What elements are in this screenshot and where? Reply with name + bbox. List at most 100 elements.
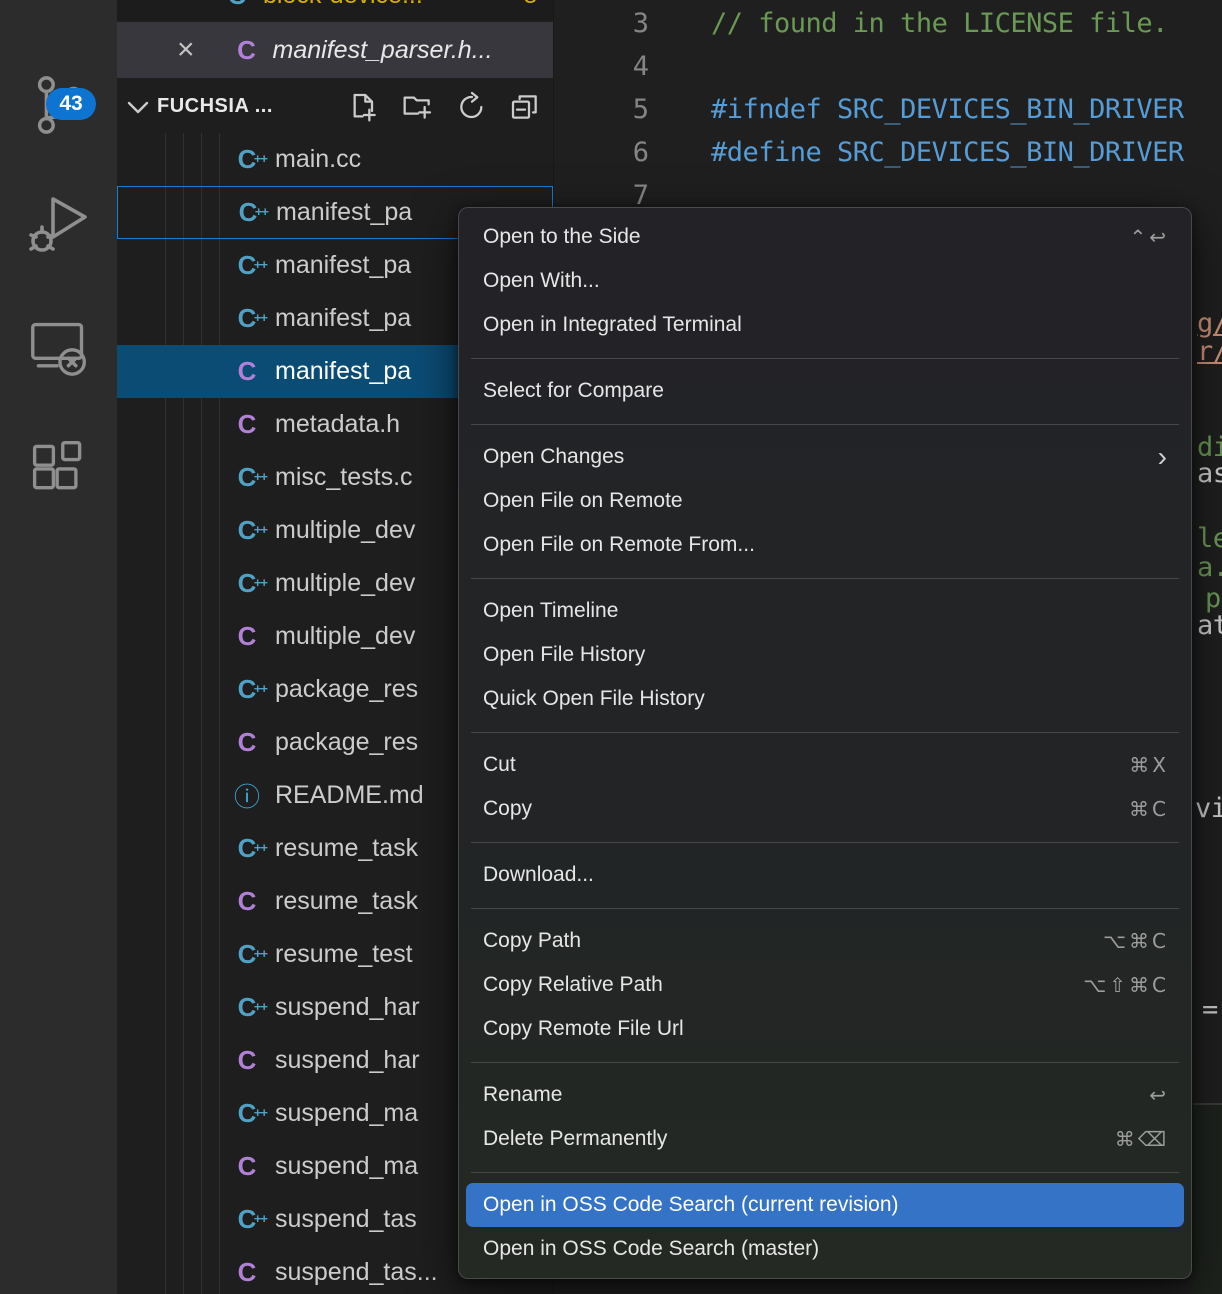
menu-item-open-in-oss-code-search-master[interactable]: Open in OSS Code Search (master)	[459, 1227, 1191, 1271]
file-name-label: suspend_tas	[275, 1205, 417, 1234]
menu-item-copy-remote-file-url[interactable]: Copy Remote File Url	[459, 1007, 1191, 1051]
menu-item-label: Delete Permanently	[483, 1127, 1115, 1151]
cpp-file-icon: C++	[233, 1098, 261, 1129]
code-fragment: g/	[1197, 308, 1222, 339]
menu-item-open-to-the-side[interactable]: Open to the Side⌃↩	[459, 215, 1191, 259]
code-line: 3// found in the LICENSE file.	[554, 2, 1222, 45]
c-file-icon: C	[233, 886, 261, 917]
cpp-file-icon: C++	[233, 515, 261, 546]
file-name-label: misc_tests.c	[275, 463, 413, 492]
code-fragment: at	[1197, 610, 1222, 641]
remote-explorer-tab[interactable]	[0, 292, 117, 402]
info-file-icon: ⓘ	[233, 777, 261, 814]
menu-item-copy[interactable]: Copy⌘C	[459, 787, 1191, 831]
git-status-badge: 3	[524, 0, 537, 10]
menu-item-label: Open in OSS Code Search (current revisio…	[483, 1193, 1169, 1217]
menu-item-rename[interactable]: Rename↩	[459, 1073, 1191, 1117]
file-name-label: multiple_dev	[275, 569, 415, 598]
code-line: 4	[554, 45, 1222, 88]
code-line: 5#ifndef SRC_DEVICES_BIN_DRIVER	[554, 88, 1222, 131]
menu-separator	[459, 721, 1191, 743]
c-file-icon: C	[233, 356, 261, 387]
file-name-label: resume_task	[275, 834, 418, 863]
cpp-file-icon: C++	[233, 462, 261, 493]
close-icon[interactable]: ×	[177, 35, 195, 65]
menu-item-open-timeline[interactable]: Open Timeline	[459, 589, 1191, 633]
menu-item-open-file-on-remote-from[interactable]: Open File on Remote From...	[459, 523, 1191, 567]
menu-item-label: Open File on Remote From...	[483, 533, 1169, 557]
file-name-label: metadata.h	[275, 410, 400, 439]
menu-item-open-in-integrated-terminal[interactable]: Open in Integrated Terminal	[459, 303, 1191, 347]
remote-explorer-icon	[29, 317, 89, 377]
c-file-icon: C	[233, 1257, 261, 1288]
cpp-file-icon: C++	[233, 992, 261, 1023]
file-name-label: README.md	[275, 781, 424, 810]
new-folder-icon[interactable]	[401, 91, 435, 123]
menu-item-open-changes[interactable]: Open Changes›	[459, 435, 1191, 479]
menu-item-open-with[interactable]: Open With...	[459, 259, 1191, 303]
menu-separator	[459, 1161, 1191, 1183]
code-fragment: as	[1197, 458, 1222, 489]
explorer-section-header[interactable]: FUCHSIA ...	[117, 80, 553, 133]
menu-separator	[459, 831, 1191, 853]
cpp-file-icon: C++	[223, 0, 251, 11]
line-number: 6	[554, 137, 649, 168]
code-fragment: vic	[1195, 793, 1222, 824]
menu-item-label: Copy	[483, 797, 1129, 821]
menu-item-cut[interactable]: Cut⌘X	[459, 743, 1191, 787]
file-name-label: manifest_pa	[275, 357, 411, 386]
menu-item-label: Select for Compare	[483, 379, 1169, 403]
menu-item-open-file-history[interactable]: Open File History	[459, 633, 1191, 677]
cpp-file-icon: C++	[233, 568, 261, 599]
file-tree-item[interactable]: C++ main.cc	[117, 133, 553, 186]
extensions-tab[interactable]	[0, 412, 117, 522]
file-name-label: resume_test	[275, 940, 413, 969]
menu-item-select-for-compare[interactable]: Select for Compare	[459, 369, 1191, 413]
new-file-icon[interactable]	[348, 91, 380, 123]
menu-item-quick-open-file-history[interactable]: Quick Open File History	[459, 677, 1191, 721]
menu-item-copy-relative-path[interactable]: Copy Relative Path⌥⇧⌘C	[459, 963, 1191, 1007]
menu-item-label: Download...	[483, 863, 1169, 887]
cpp-file-icon: C++	[233, 303, 261, 334]
menu-item-shortcut: ⌥⇧⌘C	[1083, 973, 1169, 997]
menu-item-label: Open Timeline	[483, 599, 1169, 623]
menu-item-label: Open in OSS Code Search (master)	[483, 1237, 1169, 1261]
code-fragment: =	[1202, 994, 1218, 1025]
cpp-file-icon: C++	[233, 144, 261, 175]
file-name-label: manifest_pa	[275, 251, 411, 280]
file-name-label: manifest_pa	[276, 198, 412, 227]
vscode-window: 43	[0, 0, 1222, 1294]
menu-separator	[459, 347, 1191, 369]
menu-item-delete-permanently[interactable]: Delete Permanently⌘⌫	[459, 1117, 1191, 1161]
code-fragment: le	[1197, 523, 1222, 554]
refresh-icon[interactable]	[456, 91, 488, 123]
cpp-file-icon: C++	[233, 674, 261, 705]
file-name-label: main.cc	[275, 145, 361, 174]
menu-separator	[459, 567, 1191, 589]
menu-item-open-file-on-remote[interactable]: Open File on Remote	[459, 479, 1191, 523]
code-line: 6#define SRC_DEVICES_BIN_DRIVER	[554, 131, 1222, 174]
menu-item-shortcut: ⌘⌫	[1115, 1127, 1169, 1151]
editor-lower-panel-edge	[1193, 1105, 1222, 1294]
menu-item-label: Copy Relative Path	[483, 973, 1083, 997]
menu-item-label: Open With...	[483, 269, 1169, 293]
code-fragment: r/	[1197, 336, 1222, 367]
open-editor-file-name: manifest_parser.h...	[273, 36, 493, 65]
menu-item-label: Cut	[483, 753, 1129, 777]
menu-item-label: Copy Path	[483, 929, 1103, 953]
run-and-debug-tab[interactable]	[0, 168, 117, 278]
collapse-all-icon[interactable]	[509, 91, 541, 123]
menu-item-copy-path[interactable]: Copy Path⌥⌘C	[459, 919, 1191, 963]
c-file-icon: C	[233, 1151, 261, 1182]
file-name-label: suspend_har	[275, 993, 420, 1022]
file-name-label: package_res	[275, 675, 418, 704]
menu-item-download[interactable]: Download...	[459, 853, 1191, 897]
cpp-file-icon: C++	[233, 939, 261, 970]
menu-item-shortcut: ⌘C	[1129, 797, 1169, 821]
open-editor-item-manifest-parser[interactable]: × C manifest_parser.h...	[117, 22, 553, 78]
line-number: 3	[554, 8, 649, 39]
cpp-file-icon: C++	[233, 1204, 261, 1235]
menu-item-open-in-oss-code-search-current-revision[interactable]: Open in OSS Code Search (current revisio…	[466, 1183, 1184, 1227]
menu-item-shortcut: ⌃↩	[1129, 225, 1169, 249]
open-editor-item-block-device[interactable]: C++ block-device... 3	[117, 0, 553, 20]
